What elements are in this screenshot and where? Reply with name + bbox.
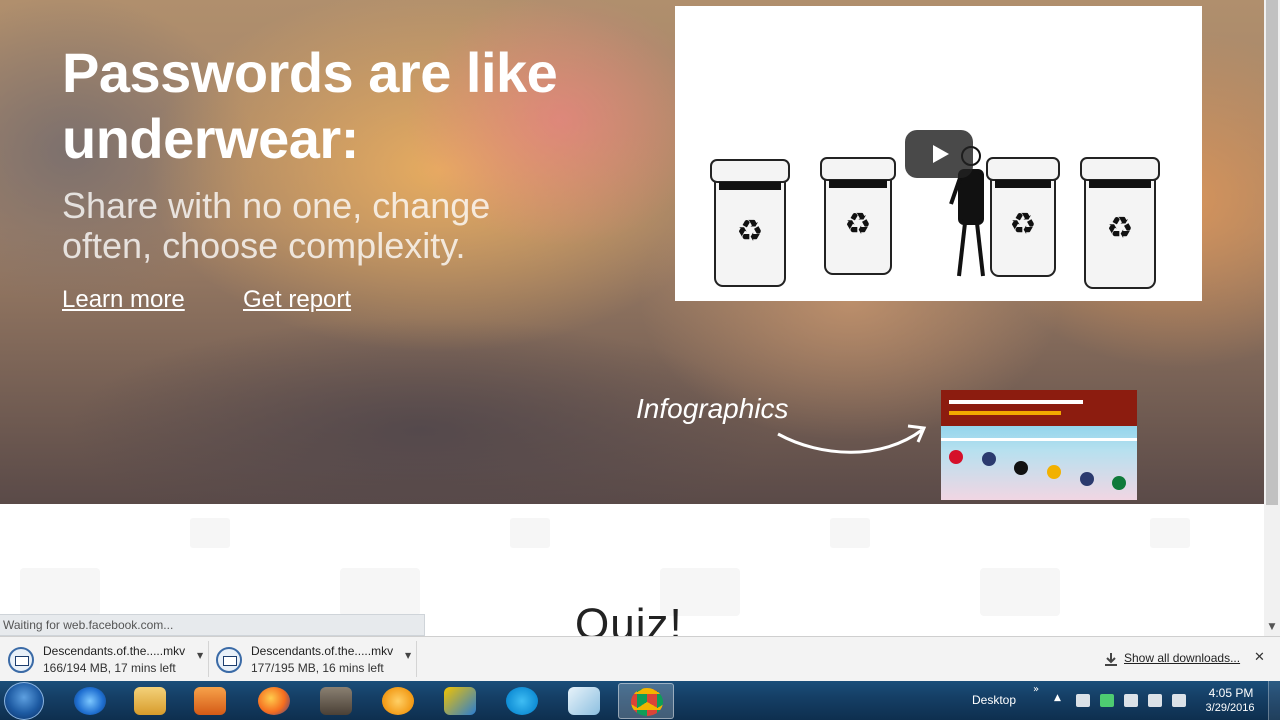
clock-time[interactable]: 4:05 PM: [1206, 686, 1256, 700]
svg-text:♻: ♻: [845, 207, 872, 242]
windows-icon[interactable]: [1076, 694, 1090, 707]
taskbar-notes-app[interactable]: [556, 683, 612, 719]
show-desktop-button[interactable]: [1268, 681, 1280, 720]
taskbar-orange-app[interactable]: [370, 683, 426, 719]
gimp-icon: [320, 687, 352, 715]
download-icon: [1105, 653, 1117, 666]
shield-icon: [444, 687, 476, 715]
mkv-file-icon: [216, 647, 242, 673]
infographics-label: Infographics: [636, 393, 789, 424]
taskbar: Desktop » ▲ 4:05 PM 3/29/2016: [0, 681, 1280, 720]
security-tray-icon[interactable]: [1100, 694, 1114, 707]
internet-explorer-icon: [74, 687, 106, 715]
chrome-icon: [631, 688, 663, 716]
hero-headline: Passwords are like underwear:: [62, 41, 558, 170]
download-item[interactable]: Descendants.of.the.....mkv 177/195 MB, 1…: [210, 641, 417, 677]
taskbar-firefox[interactable]: [246, 683, 302, 719]
network-icon[interactable]: [1148, 694, 1162, 707]
learn-more-link[interactable]: Learn more: [62, 286, 185, 314]
taskbar-gimp[interactable]: [308, 683, 364, 719]
tray-overflow-icon[interactable]: ▲: [1054, 693, 1061, 703]
volume-icon[interactable]: [1172, 694, 1186, 707]
notes-app-icon: [568, 687, 600, 715]
chevron-down-icon[interactable]: ▼: [197, 651, 203, 660]
scrollbar-thumb[interactable]: [1266, 0, 1278, 505]
hero-subhead: Share with no one, change often, choose …: [62, 185, 491, 266]
download-progress: 166/194 MB, 17 mins left: [43, 661, 176, 675]
media-player-icon: [194, 687, 226, 715]
svg-text:♻: ♻: [1107, 211, 1134, 246]
orange-app-icon: [382, 687, 414, 715]
svg-text:♻: ♻: [1010, 207, 1037, 242]
show-all-downloads-link[interactable]: Show all downloads...: [1124, 651, 1240, 665]
status-bar: Waiting for web.facebook.com...: [0, 614, 425, 636]
taskbar-security-app[interactable]: [432, 683, 488, 719]
download-progress: 177/195 MB, 16 mins left: [251, 661, 384, 675]
download-shelf: Descendants.of.the.....mkv 166/194 MB, 1…: [0, 636, 1280, 681]
folder-icon: [134, 687, 166, 715]
scroll-down-arrow-icon[interactable]: ▼: [1264, 620, 1280, 634]
quiz-title: Quiz!: [575, 600, 683, 636]
video-player[interactable]: ♻ ♻ ♻ ♻: [675, 6, 1202, 301]
taskbar-internet-explorer[interactable]: [62, 683, 118, 719]
mkv-file-icon: [8, 647, 34, 673]
desktop-toolbar-label[interactable]: Desktop: [972, 693, 1016, 707]
play-button[interactable]: [905, 130, 973, 178]
taskbar-skype[interactable]: [494, 683, 550, 719]
svg-text:♻: ♻: [737, 214, 764, 249]
taskbar-media-player[interactable]: [182, 683, 238, 719]
chevron-down-icon[interactable]: ▼: [405, 651, 411, 660]
thumbnail-dots: [949, 450, 1126, 490]
taskbar-file-explorer[interactable]: [122, 683, 178, 719]
download-filename: Descendants.of.the.....mkv: [43, 644, 186, 658]
firefox-icon: [258, 687, 290, 715]
infographic-thumbnail[interactable]: [941, 390, 1137, 500]
toolbar-expand-icon[interactable]: »: [1033, 684, 1039, 695]
get-report-link[interactable]: Get report: [243, 286, 351, 314]
download-filename: Descendants.of.the.....mkv: [251, 644, 394, 658]
download-item[interactable]: Descendants.of.the.....mkv 166/194 MB, 1…: [2, 641, 209, 677]
close-icon[interactable]: ✕: [1254, 650, 1265, 665]
action-center-flag-icon[interactable]: [1124, 694, 1138, 707]
skype-icon: [506, 687, 538, 715]
clock-date[interactable]: 3/29/2016: [1200, 702, 1260, 714]
taskbar-chrome[interactable]: [618, 683, 674, 719]
screen: Passwords are like underwear: Share with…: [0, 0, 1280, 720]
curved-arrow-icon: [777, 424, 927, 454]
hero-banner: Passwords are like underwear: Share with…: [0, 0, 1264, 504]
start-button[interactable]: [4, 682, 44, 720]
